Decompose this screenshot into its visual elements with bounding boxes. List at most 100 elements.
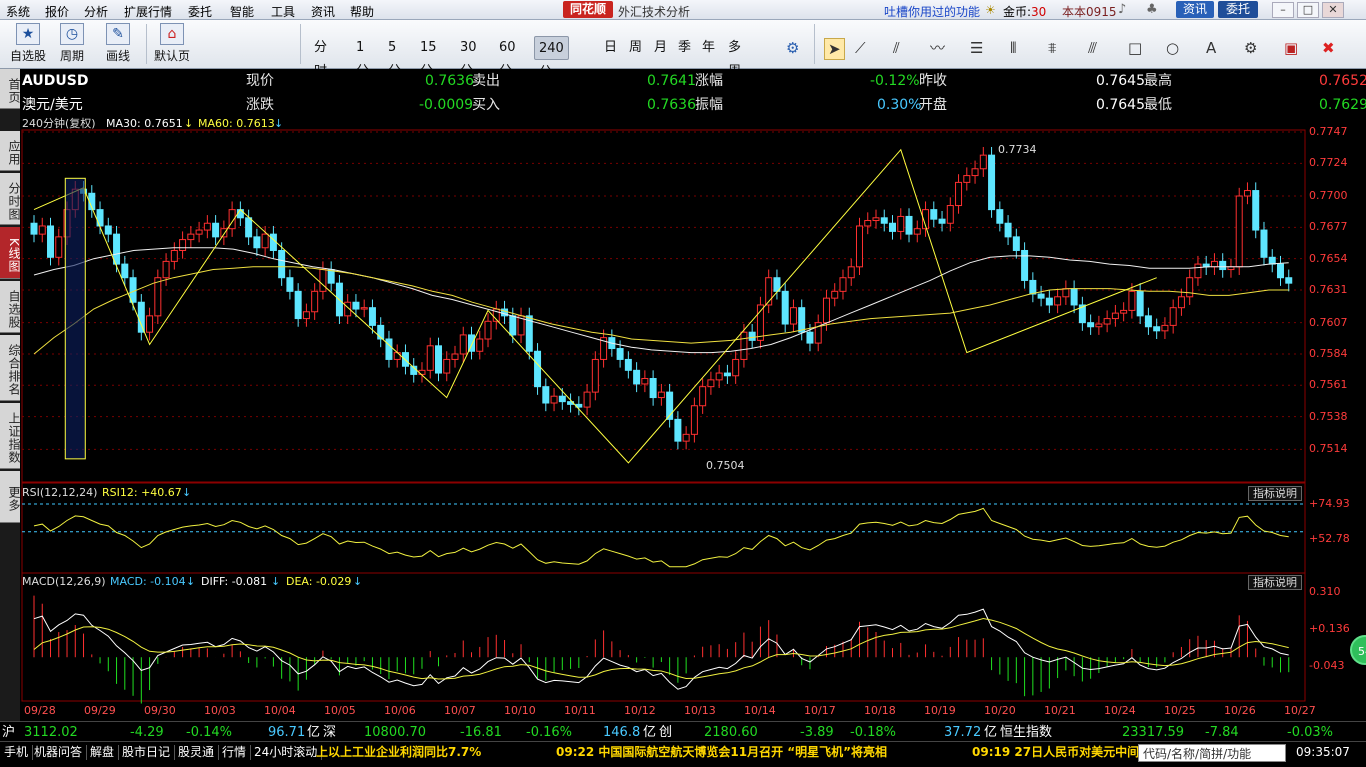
period-5min[interactable]: 5分	[384, 36, 405, 79]
menu-info[interactable]: 资讯	[311, 3, 335, 20]
price-tick-label: 0.7747	[1309, 125, 1348, 138]
status-tab-24h[interactable]: 24小时滚动	[250, 745, 323, 760]
clock: 09:35:07	[1296, 745, 1350, 759]
cursor-icon[interactable]: ➤	[824, 38, 845, 60]
self-select-button[interactable]: ★ 自选股	[8, 23, 48, 64]
menu-analysis[interactable]: 分析	[84, 3, 108, 20]
channel-icon[interactable]: ⩨	[1048, 38, 1056, 58]
rsi-help-button[interactable]: 指标说明	[1248, 486, 1302, 501]
sidebar-tab-apps[interactable]: 应用	[0, 131, 21, 171]
period-1min[interactable]: 1分	[352, 36, 373, 79]
minimize-icon[interactable]: –	[1272, 2, 1294, 18]
dea-line	[33, 617, 1289, 680]
status-tab-diary[interactable]: 股市日记	[118, 745, 176, 760]
gann-lines-icon[interactable]: ⦀	[1010, 38, 1017, 58]
close-icon[interactable]: ✕	[1322, 2, 1344, 18]
period-day[interactable]: 日	[600, 36, 621, 60]
period-quarter[interactable]: 季	[674, 36, 695, 60]
draw-settings-icon[interactable]: ⚙	[1244, 38, 1257, 58]
bulb-icon[interactable]: ☀	[985, 3, 996, 17]
fibonacci-icon[interactable]: ☰	[970, 38, 983, 58]
angle-tool-icon[interactable]: ⫻	[1088, 38, 1097, 58]
candle-body	[930, 209, 938, 220]
kline-chart-svg[interactable]	[20, 115, 1366, 721]
status-tab-analysis[interactable]: 解盘	[86, 745, 120, 760]
text-tool-icon[interactable]: A	[1206, 38, 1216, 58]
candle-body	[699, 386, 707, 407]
sidebar-tab-timeshare[interactable]: 分时图	[0, 173, 21, 225]
sidebar-tab-sh-index[interactable]: 上证指数	[0, 403, 21, 469]
delete-drawings-icon[interactable]: ✖	[1322, 38, 1335, 58]
menu-quote[interactable]: 报价	[45, 3, 69, 20]
shirt-icon[interactable]: ♣	[1146, 2, 1158, 17]
chart-area[interactable]: 240分钟(复权) MA30: 0.7651 ↓ MA60: 0.7613 ↓ …	[20, 115, 1366, 721]
sidebar-tab-ranking[interactable]: 综合排名	[0, 335, 21, 401]
rectangle-icon[interactable]: □	[1128, 38, 1142, 58]
candle-body	[740, 331, 748, 360]
maximize-icon[interactable]: □	[1297, 2, 1319, 18]
parallel-line-icon[interactable]: ⫽	[893, 38, 900, 58]
news-item-3[interactable]: 09:19 27日人民币对美元中间	[972, 745, 1139, 760]
candle-body	[278, 249, 286, 279]
menu-smart[interactable]: 智能	[230, 3, 254, 20]
menu-ext-quote[interactable]: 扩展行情	[124, 3, 172, 20]
period-button[interactable]: ◷ 周期	[54, 23, 90, 64]
sidebar-tab-kline[interactable]: K线图	[0, 227, 21, 279]
bell-icon[interactable]: ♪	[1118, 2, 1126, 17]
sidebar-tab-home[interactable]: 首页	[0, 69, 21, 109]
candle-body	[443, 358, 451, 374]
period-multi[interactable]: 多周期	[724, 36, 745, 103]
draw-button[interactable]: ✎ 画线	[100, 23, 136, 64]
news-item-2[interactable]: 09:22 中国国际航空航天博览会11月召开 “明星飞机”将亮相	[556, 745, 887, 760]
low-value: 0.7629	[1319, 97, 1366, 113]
ma30-arrow-icon: ↓	[184, 117, 194, 130]
buy-label: 买入	[472, 97, 500, 113]
candle-body	[1037, 293, 1045, 299]
menu-help[interactable]: 帮助	[350, 3, 374, 20]
status-tab-qa[interactable]: 机器问答	[30, 745, 88, 760]
candle-body	[1252, 190, 1260, 231]
period-tick[interactable]: 分时	[310, 36, 331, 79]
cy-change: -3.89	[800, 725, 834, 740]
status-tab-mobile[interactable]: 手机	[0, 745, 34, 760]
candle-body	[822, 297, 830, 324]
prevclose-label: 昨收	[919, 73, 947, 89]
period-30min[interactable]: 30分	[456, 36, 481, 79]
news-item-1[interactable]: 上以上工业企业利润同比7.7%	[316, 745, 481, 760]
time-tick-label: 10/07	[444, 704, 476, 717]
period-15min[interactable]: 15分	[416, 36, 441, 79]
status-tab-linktong[interactable]: 股灵通	[174, 745, 220, 760]
period-year[interactable]: 年	[698, 36, 719, 60]
trade-button[interactable]: 委托	[1218, 1, 1258, 18]
ellipse-icon[interactable]: ○	[1166, 38, 1179, 58]
code-search-input[interactable]: 代码/名称/简拼/功能	[1138, 744, 1286, 762]
now-value: 0.7636	[425, 73, 474, 89]
period-240min[interactable]: 240分钟	[534, 36, 569, 104]
hide-drawings-icon[interactable]: ▣	[1284, 38, 1298, 58]
sidebar-tab-watchlist[interactable]: 自选股	[0, 281, 21, 333]
candle-body	[1095, 323, 1103, 328]
wave-tool-icon[interactable]: 〰	[930, 38, 945, 58]
price-tick-label: 0.7514	[1309, 442, 1348, 456]
period-month[interactable]: 月	[650, 36, 671, 60]
macd-arrow-icon: ↓	[186, 575, 196, 588]
period-week[interactable]: 周	[625, 36, 646, 60]
sidebar-tab-more[interactable]: 更多	[0, 471, 21, 523]
menu-system[interactable]: 系统	[6, 3, 30, 20]
menu-tools[interactable]: 工具	[271, 3, 295, 20]
news-button[interactable]: 资讯	[1176, 1, 1214, 18]
time-tick-label: 09/30	[144, 704, 176, 717]
price-tick-label: 0.7561	[1309, 378, 1348, 392]
period-label: 周期	[59, 49, 84, 63]
feedback-link[interactable]: 吐槽你用过的功能	[884, 3, 980, 20]
settings-gear-icon[interactable]: ⚙	[786, 38, 799, 58]
rsi-arrow-icon: ↓	[182, 486, 192, 499]
macd-help-button[interactable]: 指标说明	[1248, 575, 1302, 590]
candle-body	[534, 350, 542, 388]
period-60min[interactable]: 60分	[495, 36, 520, 79]
line-tool-icon[interactable]: ⟋	[855, 38, 866, 58]
menu-trade[interactable]: 委托	[188, 3, 212, 20]
sz-change: -16.81	[460, 725, 502, 740]
status-tab-market[interactable]: 行情	[218, 745, 252, 760]
default-page-button[interactable]: ⌂ 默认页	[150, 23, 194, 64]
